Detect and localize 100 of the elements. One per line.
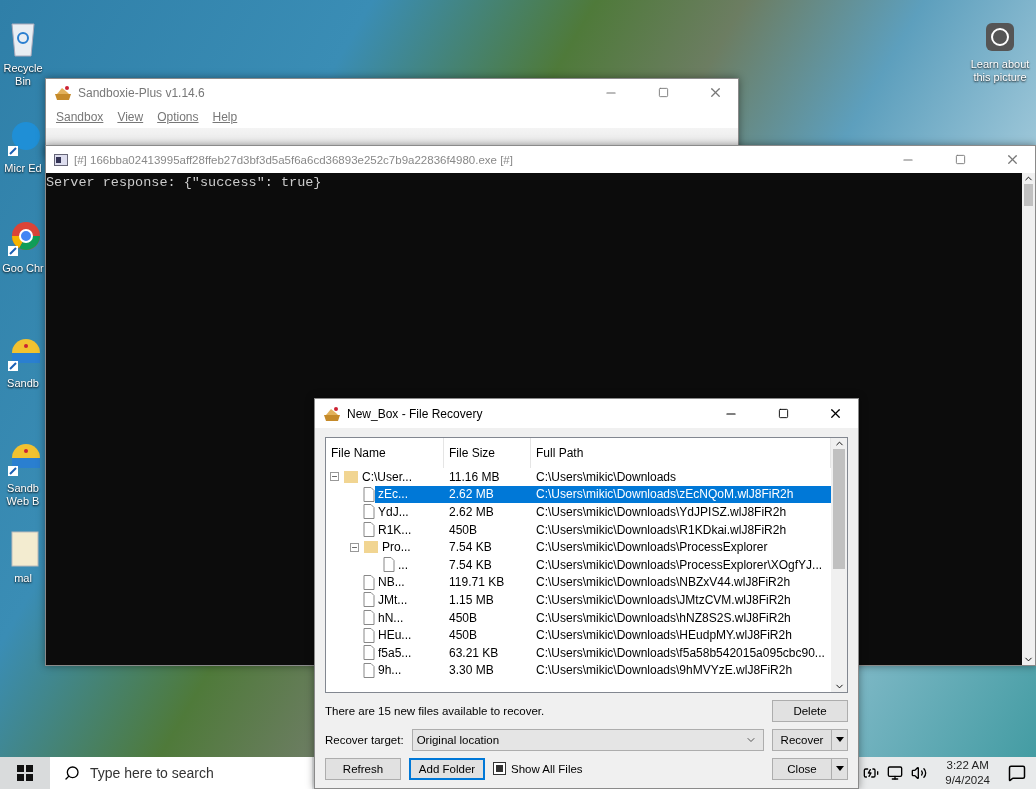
desktop-icon-label[interactable]: Micr Ed xyxy=(1,162,45,175)
file-name: NB... xyxy=(377,574,406,592)
windows-logo-icon xyxy=(17,765,33,781)
file-icon xyxy=(383,557,395,573)
file-name: C:\User... xyxy=(361,468,413,486)
file-name: ... xyxy=(397,556,409,574)
menu-item[interactable]: Help xyxy=(212,110,238,124)
refresh-button[interactable]: Refresh xyxy=(325,757,401,780)
file-icon xyxy=(363,522,375,538)
console-output-line: Server response: {"success": true} xyxy=(46,175,323,190)
desktop-icon-label[interactable]: Sandb xyxy=(1,377,45,390)
file-size: 63.21 KB xyxy=(448,644,500,662)
console-icon xyxy=(54,153,68,166)
tree-row[interactable]: Pro... 7.54 KB C:\Users\mikic\Downloads\ProcessExplorer xyxy=(326,538,831,556)
file-size: 1.15 MB xyxy=(448,591,495,609)
full-path: C:\Users\mikic\Downloads\HEudpMY.wlJ8FiR2h xyxy=(535,627,793,644)
file-size: 450B xyxy=(448,609,479,627)
column-header[interactable]: File Size xyxy=(444,438,531,468)
desktop-icon-label[interactable]: Recycle Bin xyxy=(1,62,45,88)
menu-item[interactable]: View xyxy=(117,110,144,124)
search-field[interactable]: Type here to search xyxy=(50,757,312,789)
file-icon xyxy=(363,627,375,643)
desktop-icon-label[interactable]: mal xyxy=(1,572,45,585)
tree-row[interactable]: zEc... 2.62 MB C:\Users\mikic\Downloads\zEcNQoM.wlJ8FiR2h xyxy=(326,485,831,504)
full-path: C:\Users\mikic\Downloads\ProcessExplorer\XOgfYJ... xyxy=(535,556,824,574)
field-label: Recover target: xyxy=(325,733,404,746)
status-text: There are 15 new files available to recover. xyxy=(325,704,546,717)
notification-icon[interactable] xyxy=(1008,764,1026,782)
file-icon xyxy=(363,592,375,608)
scrollbar-thumb[interactable] xyxy=(833,449,845,569)
dialog-title: New_Box - File Recovery xyxy=(347,406,484,421)
tree-row[interactable]: NB... 119.71 KB C:\Users\mikic\Downloads\NBZxV44.wlJ8FiR2h xyxy=(326,573,831,592)
file-size: 3.30 MB xyxy=(448,662,495,680)
full-path: C:\Users\mikic\Downloads\9hMVYzE.wlJ8FiR2h xyxy=(535,662,794,680)
caret-icon xyxy=(835,737,844,742)
file-icon xyxy=(363,574,375,590)
scrollbar[interactable] xyxy=(831,438,847,692)
tree-row[interactable]: JMt... 1.15 MB C:\Users\mikic\Downloads\JMtzCVM.wlJ8FiR2h xyxy=(326,591,831,609)
file-size: 450B xyxy=(448,521,479,539)
full-path: C:\Users\mikic\Downloads\zEcNQoM.wlJ8FiR2h xyxy=(531,485,831,504)
desktop-icon-label[interactable]: Sandb Web B xyxy=(1,482,45,508)
tree-row[interactable]: HEu... 450B C:\Users\mikic\Downloads\HEudpMY.wlJ8FiR2h xyxy=(326,626,831,644)
window-title: [#] 166bba02413995aff28ffeb27d3bf3d5a5f6a6cd36893e252c7b9a22836f4980.exe [#] xyxy=(74,153,514,166)
file-icon xyxy=(363,645,375,661)
file-icon xyxy=(363,662,375,678)
network-icon[interactable] xyxy=(887,765,904,781)
full-path: C:\Users\mikic\Downloads\JMtzCVM.wlJ8FiR2h xyxy=(535,591,792,609)
full-path: C:\Users\mikic\Downloads\R1KDkai.wlJ8FiR2h xyxy=(535,521,788,539)
file-name: f5a5... xyxy=(377,644,413,662)
desktop-icon-label[interactable]: Goo Chr xyxy=(1,262,45,275)
folder-icon xyxy=(343,469,359,484)
start-button[interactable] xyxy=(0,757,50,789)
menu-item[interactable]: Options xyxy=(157,110,199,124)
menu-item[interactable]: Sandbox xyxy=(56,110,104,124)
sandbox-app-icon xyxy=(323,405,341,422)
recover-target-dropdown[interactable]: Original location xyxy=(411,728,764,751)
file-size: 450B xyxy=(448,627,479,644)
folder-icon xyxy=(363,540,379,555)
checkbox[interactable] xyxy=(493,762,506,775)
checkbox-label: Show All Files xyxy=(511,762,583,775)
file-name: YdJ... xyxy=(377,504,410,521)
tree-row[interactable]: YdJ... 2.62 MB C:\Users\mikic\Downloads\YdJPISZ.wlJ8FiR2h xyxy=(326,503,831,521)
full-path: C:\Users\mikic\Downloads\f5a58b542015a095cbc90... xyxy=(535,644,826,662)
file-name: R1K... xyxy=(377,521,413,539)
file-name: JMt... xyxy=(377,591,409,609)
file-size: 2.62 MB xyxy=(444,485,531,504)
file-size: 2.62 MB xyxy=(448,504,495,521)
full-path: C:\Users\mikic\Downloads\NBZxV44.wlJ8FiR2h xyxy=(535,574,792,592)
file-name: HEu... xyxy=(377,627,413,644)
file-name: Pro... xyxy=(381,539,412,556)
full-path: C:\Users\mikic\Downloads xyxy=(535,468,678,486)
delete-button[interactable]: Delete xyxy=(772,699,848,722)
collapse-icon[interactable] xyxy=(350,542,359,552)
scrollbar[interactable] xyxy=(1022,173,1035,665)
camera-icon[interactable] xyxy=(985,22,1015,52)
tree-row[interactable]: ... 7.54 KB C:\Users\mikic\Downloads\ProcessExplorer\XOgfYJ... xyxy=(326,555,831,574)
full-path: C:\Users\mikic\Downloads\ProcessExplorer xyxy=(535,539,769,556)
file-size: 7.54 KB xyxy=(448,539,493,556)
file-size: 11.16 MB xyxy=(448,468,501,486)
tree-row[interactable]: f5a5... 63.21 KB C:\Users\mikic\Downloads\f5a58b542015a095cbc90... xyxy=(326,643,831,662)
file-name: 9h... xyxy=(377,662,403,680)
scrollbar-thumb[interactable] xyxy=(1024,184,1033,206)
tree-row[interactable]: R1K... 450B C:\Users\mikic\Downloads\R1KDkai.wlJ8FiR2h xyxy=(326,520,831,539)
sandbox-app-icon xyxy=(54,84,72,101)
full-path: C:\Users\mikic\Downloads\hNZ8S2S.wlJ8FiR2h xyxy=(535,609,792,627)
tree-row[interactable]: C:\User... 11.16 MB C:\Users\mikic\Downloads xyxy=(326,468,831,486)
tree-row[interactable]: hN... 450B C:\Users\mikic\Downloads\hNZ8S2S.wlJ8FiR2h xyxy=(326,608,831,627)
search-icon xyxy=(64,765,80,781)
window-title: Sandboxie-Plus v1.14.6 xyxy=(78,85,206,100)
file-size: 119.71 KB xyxy=(448,574,506,592)
volume-icon[interactable] xyxy=(911,765,928,781)
add-folder-button[interactable]: Add Folder xyxy=(409,757,485,780)
column-header[interactable]: File Name xyxy=(326,438,444,468)
file-size: 7.54 KB xyxy=(448,556,493,574)
file-name: hN... xyxy=(377,609,405,627)
file-name: zEc... xyxy=(375,485,444,504)
tree-row[interactable]: 9h... 3.30 MB C:\Users\mikic\Downloads\9hMVYzE.wlJ8FiR2h xyxy=(326,661,831,680)
clock[interactable]: 3:22 AM 9/4/2024 xyxy=(945,758,990,788)
battery-icon[interactable] xyxy=(863,765,880,781)
collapse-icon[interactable] xyxy=(330,472,339,482)
